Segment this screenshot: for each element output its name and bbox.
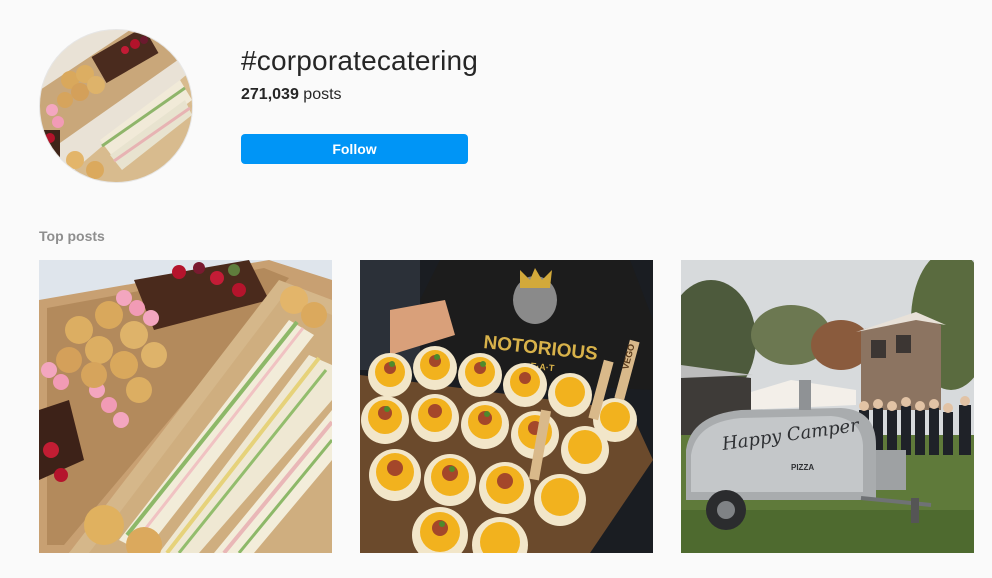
top-post-3[interactable]: Happy Camper PIZZA	[681, 260, 974, 553]
pizza-trailer-at-event-photo: Happy Camper PIZZA	[681, 260, 974, 553]
post-count-label: posts	[303, 86, 342, 103]
loaded-fries-tray-photo: NOTORIOUS E·A·T VEGO	[360, 260, 653, 553]
hashtag-avatar	[39, 29, 193, 183]
hashtag-title: #corporatecatering	[241, 45, 479, 76]
top-post-2[interactable]: NOTORIOUS E·A·T VEGO	[360, 260, 653, 553]
trailer-subtext: PIZZA	[791, 463, 814, 472]
top-posts-heading: Top posts	[39, 228, 105, 244]
sandwich-and-pastry-catering-box-photo	[39, 260, 332, 553]
top-post-1[interactable]	[39, 260, 332, 553]
post-count-value: 271,039	[241, 86, 299, 103]
catering-platter-photo	[40, 30, 192, 182]
follow-button[interactable]: Follow	[241, 134, 468, 164]
post-count: 271,039 posts	[241, 85, 342, 105]
